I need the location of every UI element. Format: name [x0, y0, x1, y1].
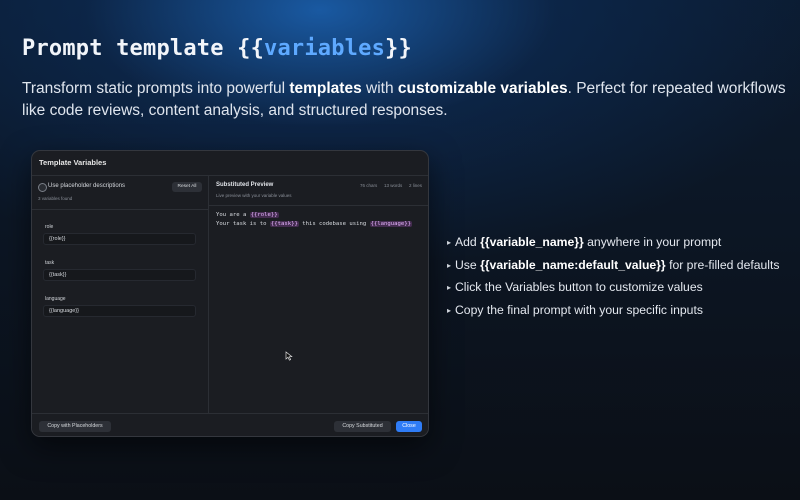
field-label-task: task: [45, 260, 55, 266]
bullet-text: for pre-filled defaults: [665, 257, 780, 272]
placeholder-descriptions-checkbox[interactable]: [38, 183, 47, 192]
preview-header: Substituted Preview Live preview with yo…: [209, 176, 428, 206]
desc-text-1: Transform static prompts into powerful: [22, 80, 290, 97]
dialog-title: Template Variables: [39, 158, 107, 167]
bullet-code: {{variable_name:default_value}}: [480, 257, 666, 272]
desc-text-2: with: [361, 80, 398, 97]
token-task: {{task}}: [269, 221, 299, 227]
feature-list: ▸ Add {{variable_name}} anywhere in your …: [447, 235, 780, 325]
list-item: ▸ Add {{variable_name}} anywhere in your …: [447, 235, 780, 258]
variables-panel-header: Use placeholder descriptions 3 variables…: [32, 176, 209, 210]
close-button[interactable]: Close: [396, 421, 422, 432]
preview-line1-text: You are a: [216, 212, 250, 218]
token-language: {{language}}: [369, 221, 412, 227]
page-description: Transform static prompts into powerful t…: [22, 78, 792, 122]
role-input[interactable]: {{role}}: [43, 233, 196, 245]
mouse-pointer-icon: [285, 348, 293, 366]
triangle-right-icon: ▸: [447, 283, 452, 292]
copy-with-placeholders-button[interactable]: Copy with Placeholders: [39, 421, 111, 432]
page-title: Prompt template {{variables}}: [22, 36, 412, 61]
list-item: ▸ Click the Variables button to customize…: [447, 280, 780, 303]
token-role: {{role}}: [249, 212, 279, 218]
char-count: 76 chars: [360, 183, 378, 188]
desc-bold-templates: templates: [289, 80, 362, 97]
triangle-right-icon: ▸: [447, 305, 452, 315]
title-suffix: }}: [385, 36, 412, 61]
variables-count: 3 variables found: [38, 196, 73, 201]
reset-all-button[interactable]: Reset All: [172, 182, 202, 192]
triangle-right-icon: ▸: [447, 238, 452, 247]
bullet-text: Use: [455, 257, 481, 272]
bullet-code: {{variable_name}}: [480, 235, 584, 249]
preview-line2-text-a: Your task is to: [216, 221, 270, 227]
template-variables-dialog: Template Variables Use placeholder descr…: [31, 150, 429, 437]
variables-panel: Use placeholder descriptions 3 variables…: [32, 175, 209, 413]
dialog-footer: Copy with Placeholders Copy Substituted …: [32, 413, 428, 436]
field-label-language: language: [45, 296, 66, 302]
preview-title: Substituted Preview: [216, 182, 274, 188]
preview-text: You are a {{role}} Your task is to {{tas…: [216, 211, 412, 229]
preview-line2-text-b: this codebase using: [298, 221, 370, 227]
title-prefix: Prompt template {{: [22, 36, 265, 61]
word-count: 13 words: [384, 183, 403, 188]
title-variable: variables: [264, 36, 386, 61]
task-input[interactable]: {{task}}: [43, 269, 196, 281]
preview-subtitle: Live preview with your variable values: [216, 193, 292, 198]
triangle-right-icon: ▸: [447, 260, 452, 270]
list-item: ▸ Copy the final prompt with your specifi…: [447, 303, 780, 326]
bullet-text: Add: [455, 235, 481, 249]
field-label-role: role: [45, 224, 54, 230]
copy-substituted-button[interactable]: Copy Substituted: [334, 421, 391, 432]
bullet-text: Click the Variables button to customize …: [455, 280, 703, 294]
language-input[interactable]: {{language}}: [43, 305, 196, 317]
line-count: 2 lines: [409, 183, 423, 188]
bullet-text: anywhere in your prompt: [583, 235, 722, 249]
desc-bold-variables: customizable variables: [397, 80, 568, 97]
bullet-text: Copy the final prompt with your specific…: [455, 302, 703, 317]
checkbox-label: Use placeholder descriptions: [48, 183, 126, 189]
list-item: ▸ Use {{variable_name:default_value}} for…: [447, 258, 780, 281]
preview-panel: Substituted Preview Live preview with yo…: [209, 175, 428, 413]
